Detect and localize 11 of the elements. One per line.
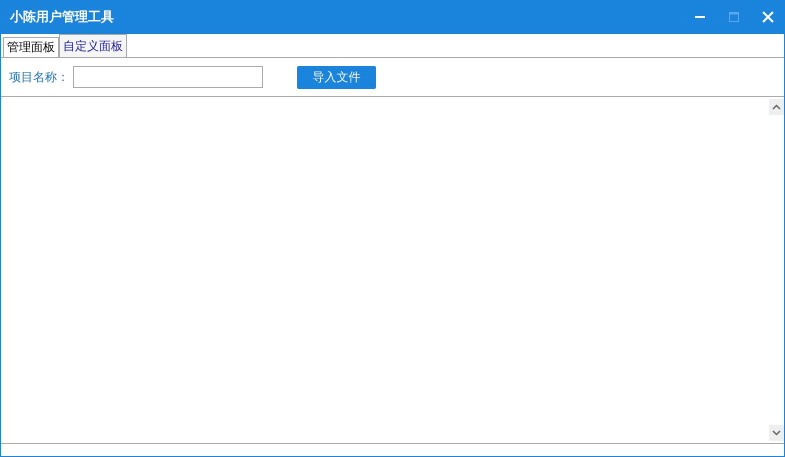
project-name-label: 项目名称： (9, 68, 70, 86)
window-title: 小陈用户管理工具 (10, 8, 114, 26)
scroll-down-icon[interactable] (768, 425, 784, 441)
tab[interactable]: 自定义面板 (59, 34, 127, 57)
import-file-button[interactable]: 导入文件 (297, 66, 376, 88)
tab[interactable]: 管理面板 (3, 37, 59, 57)
scroll-up-icon[interactable] (768, 99, 784, 115)
scrollbar[interactable] (768, 97, 784, 443)
project-name-field[interactable] (73, 66, 263, 88)
maximize-icon (729, 12, 739, 22)
close-icon (762, 11, 774, 23)
